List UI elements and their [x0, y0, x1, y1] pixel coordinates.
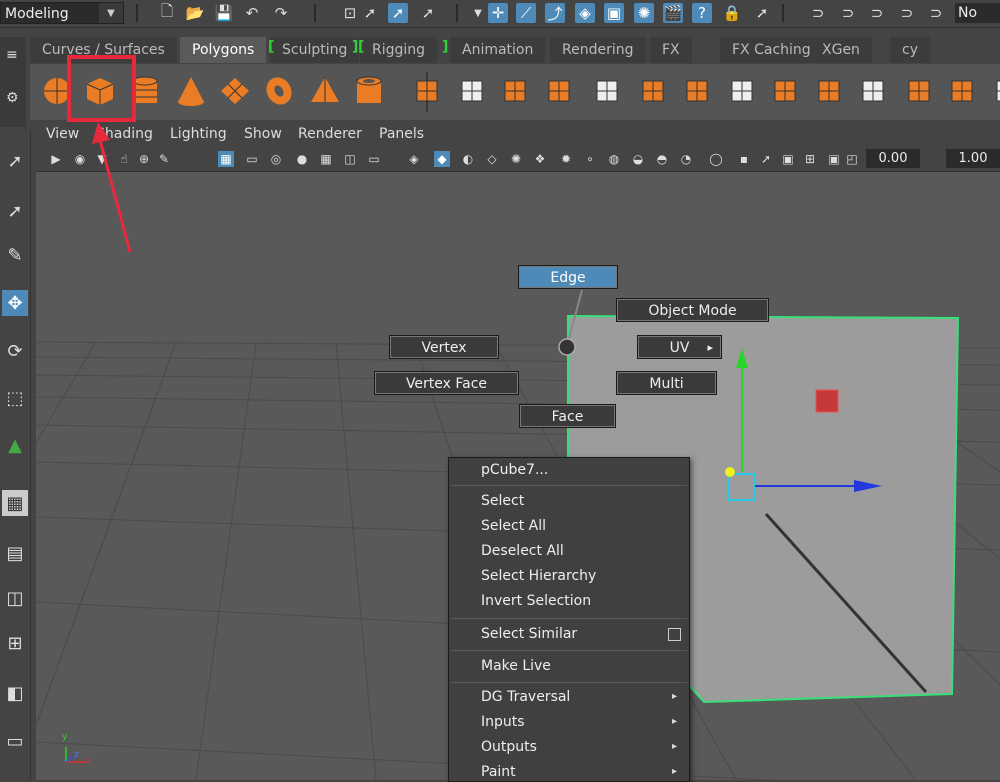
annotation-highlight-box — [67, 55, 136, 122]
annotation-arrow-line — [98, 139, 132, 253]
annotation-overlay — [67, 55, 136, 253]
annotation-arrow-head — [92, 122, 110, 144]
